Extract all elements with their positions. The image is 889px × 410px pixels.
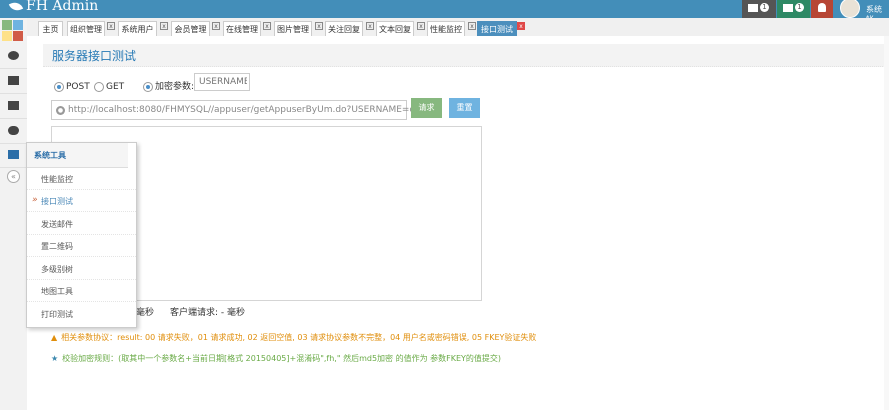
radio-circle[interactable]	[54, 82, 64, 92]
tasks-badge: 1	[760, 3, 769, 12]
bell-icon	[818, 3, 826, 12]
radio-get[interactable]: GET	[94, 80, 124, 94]
tab-perf-monitor[interactable]: 性能监控	[427, 21, 465, 36]
list-icon	[8, 101, 19, 110]
menu-item-multi-tree[interactable]: 多级别树	[27, 258, 136, 280]
client-time: 客户端请求: - 毫秒	[170, 308, 246, 318]
notifications-button[interactable]	[811, 0, 833, 18]
request-button[interactable]: 请求	[411, 98, 442, 118]
encrypt-rule-text: 校验加密规则：(取其中一个参数名+当前日期[格式 20150405]+混淆码",…	[62, 354, 502, 363]
sidebar-item-list[interactable]	[0, 94, 27, 119]
main-content: 服务器接口测试 POST GET 加密参数: ● http://localhos…	[27, 36, 889, 410]
page-title: 服务器接口测试	[52, 49, 137, 63]
menu-item-label: 接口测试	[41, 197, 73, 206]
menu-item-label: 地图工具	[41, 287, 73, 296]
tab-org[interactable]: 组织管理	[67, 21, 105, 36]
sidebar-item-tools[interactable]	[0, 143, 27, 168]
top-navbar: FH Admin 1 1 系统帐	[0, 0, 889, 24]
tasks-icon	[748, 4, 758, 12]
menu-item-map-tools[interactable]: 地图工具	[27, 280, 136, 302]
desktop-icon	[8, 76, 19, 85]
radio-circle[interactable]	[94, 82, 104, 92]
encrypt-label: 加密参数:	[155, 82, 195, 92]
tab-close-icon[interactable]: x	[417, 22, 425, 30]
radio-encrypt[interactable]: 加密参数:	[143, 80, 194, 94]
warning-icon: ▲	[51, 333, 58, 342]
double-angle-right-icon: »	[32, 195, 38, 205]
scrollbar[interactable]	[884, 36, 889, 410]
star-icon: ★	[51, 354, 59, 363]
tab-close-icon[interactable]: x	[315, 22, 323, 30]
dashboard-icon	[8, 51, 19, 60]
page-header: 服务器接口测试	[43, 44, 889, 67]
radio-circle[interactable]	[143, 82, 153, 92]
brand-title: FH Admin	[26, 0, 99, 14]
url-value: http://localhost:8080/FHMYSQL//appuser/g…	[68, 105, 434, 115]
comments-icon	[8, 126, 19, 135]
tab-follow-reply[interactable]: 关注回复	[325, 21, 363, 36]
menu-item-label: 性能监控	[41, 175, 73, 184]
url-input[interactable]: ● http://localhost:8080/FHMYSQL//appuser…	[51, 100, 433, 120]
menu-header-label: 系统工具	[34, 151, 66, 160]
menu-item-label: 打印测试	[41, 310, 73, 319]
envelope-icon	[783, 4, 793, 12]
sidebar-item-desktop[interactable]	[0, 69, 27, 94]
radio-post-label: POST	[66, 82, 90, 92]
menu-item-qrcode[interactable]: 置二维码	[27, 235, 136, 257]
avatar[interactable]	[838, 0, 860, 18]
radio-get-label: GET	[106, 82, 125, 92]
protocol-note-text: 相关参数协议：result: 00 请求失败，01 请求成功, 02 返回空值,…	[61, 333, 537, 342]
tab-members[interactable]: 会员管理	[171, 21, 210, 36]
menu-item-print-test[interactable]: 打印测试	[27, 303, 136, 325]
tab-close-icon[interactable]: x	[212, 22, 220, 30]
leaf-icon	[8, 0, 24, 13]
messages-button[interactable]: 1	[777, 0, 810, 18]
messages-badge: 1	[795, 3, 804, 12]
radio-post[interactable]: POST	[54, 80, 90, 94]
brand-logo[interactable]: FH Admin	[8, 0, 99, 16]
menu-item-perf-monitor[interactable]: 性能监控	[27, 168, 136, 190]
sidebar-item-dashboard[interactable]	[0, 44, 27, 69]
tab-online[interactable]: 在线管理	[223, 21, 261, 36]
sidebar-collapse-icon[interactable]: «	[7, 170, 20, 183]
tab-close-icon[interactable]: x	[468, 22, 476, 30]
tab-sys-users[interactable]: 系统用户	[118, 21, 157, 36]
globe-icon: ●	[56, 106, 65, 115]
shortcuts-icon[interactable]	[2, 20, 24, 42]
encrypt-rule-note: ★ 校验加密规则：(取其中一个参数名+当前日期[格式 20150405]+混淆码"…	[51, 353, 501, 365]
menu-item-label: 置二维码	[41, 242, 73, 251]
sidebar-item-comments[interactable]	[0, 119, 27, 144]
tab-close-icon[interactable]: x	[107, 22, 115, 30]
tab-api-test[interactable]: 接口测试	[477, 21, 517, 36]
menu-header: 系统工具	[27, 143, 128, 168]
tab-close-icon[interactable]: x	[263, 22, 271, 30]
menu-item-label: 发送邮件	[41, 220, 73, 229]
system-tools-menu: 系统工具 性能监控 » 接口测试 发送邮件 置二维码 多级别树 地图工具 打印测试	[26, 142, 137, 328]
tab-home[interactable]: 主页	[38, 21, 63, 36]
tab-bar: 主页 组织管理 x 系统用户 x 会员管理 x 在线管理 x 图片管理 x 关注…	[27, 18, 889, 37]
tab-text-reply[interactable]: 文本回复	[376, 21, 414, 36]
menu-item-api-test[interactable]: » 接口测试	[27, 190, 136, 212]
menu-item-send-mail[interactable]: 发送邮件	[27, 213, 136, 235]
tab-close-icon[interactable]: x	[366, 22, 374, 30]
param-input[interactable]	[194, 73, 250, 91]
sidebar: «	[0, 18, 28, 410]
tab-close-icon[interactable]: x	[160, 22, 168, 30]
tasks-button[interactable]: 1	[742, 0, 776, 18]
tab-close-icon[interactable]: x	[517, 22, 525, 30]
server-time: 毫秒	[136, 308, 155, 318]
reset-button[interactable]: 重置	[449, 98, 480, 118]
protocol-note: ▲ 相关参数协议：result: 00 请求失败，01 请求成功, 02 返回空值…	[51, 332, 536, 344]
tab-images[interactable]: 图片管理	[274, 21, 312, 36]
grid-icon	[8, 150, 19, 159]
menu-item-label: 多级别树	[41, 265, 73, 274]
